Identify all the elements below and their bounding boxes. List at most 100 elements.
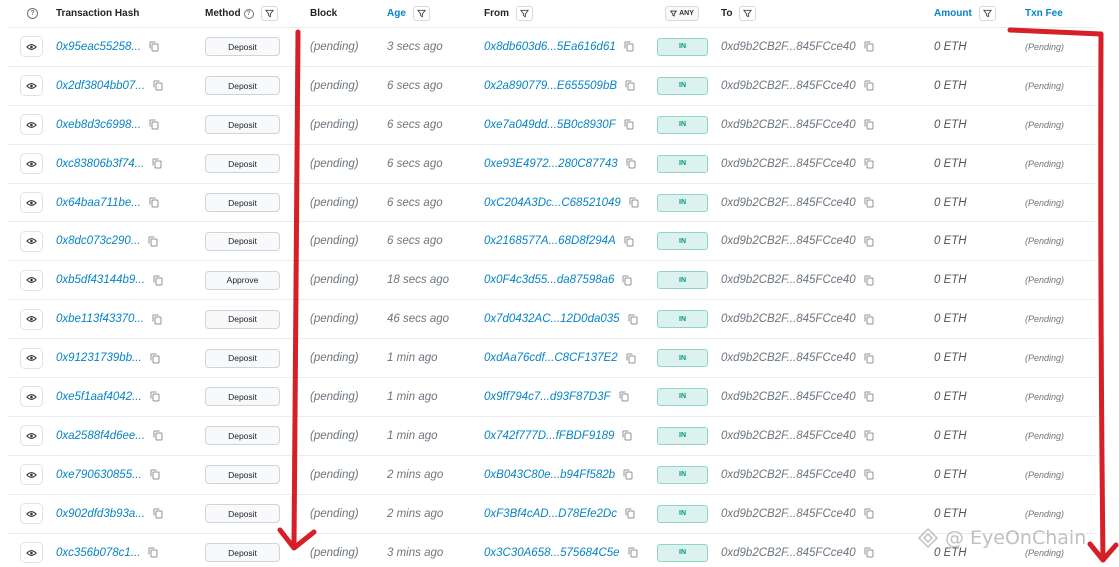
preview-button[interactable]: [20, 386, 43, 408]
to-address[interactable]: 0xd9b2CB2F...845FCce40: [721, 197, 856, 209]
copy-from-button[interactable]: [625, 508, 635, 519]
from-address-link[interactable]: 0x742f777D...fFBDF9189: [484, 430, 614, 442]
copy-from-button[interactable]: [622, 430, 632, 441]
copy-from-button[interactable]: [624, 119, 634, 130]
copy-hash-button[interactable]: [153, 430, 163, 441]
preview-button[interactable]: [20, 308, 43, 330]
copy-to-button[interactable]: [864, 430, 874, 441]
to-address[interactable]: 0xd9b2CB2F...845FCce40: [721, 158, 856, 170]
transaction-hash-link[interactable]: 0x64baa711be...: [56, 197, 141, 209]
transaction-hash-link[interactable]: 0x91231739bb...: [56, 352, 142, 364]
copy-to-button[interactable]: [864, 547, 874, 558]
transaction-hash-link[interactable]: 0xeb8d3c6998...: [56, 119, 141, 131]
method-filter-button[interactable]: [260, 6, 278, 21]
preview-button[interactable]: [20, 269, 43, 291]
to-address[interactable]: 0xd9b2CB2F...845FCce40: [721, 469, 856, 481]
from-address-link[interactable]: 0x9ff794c7...d93F87D3F: [484, 391, 611, 403]
transaction-hash-link[interactable]: 0xc83806b3f74...: [56, 158, 144, 170]
from-address-link[interactable]: 0x2a890779...E655509bB: [484, 80, 617, 92]
copy-to-button[interactable]: [864, 391, 874, 402]
preview-button[interactable]: [20, 192, 43, 213]
copy-hash-button[interactable]: [150, 469, 160, 480]
to-filter-button[interactable]: [739, 6, 757, 21]
copy-to-button[interactable]: [864, 119, 874, 130]
to-address[interactable]: 0xd9b2CB2F...845FCce40: [721, 80, 856, 92]
transaction-hash-link[interactable]: 0xbe113f43370...: [56, 313, 144, 325]
to-address[interactable]: 0xd9b2CB2F...845FCce40: [721, 313, 856, 325]
transaction-hash-link[interactable]: 0xe5f1aaf4042...: [56, 391, 142, 403]
copy-hash-button[interactable]: [152, 314, 162, 325]
from-filter-button[interactable]: [516, 6, 533, 21]
copy-to-button[interactable]: [864, 41, 874, 52]
copy-from-button[interactable]: [619, 391, 629, 402]
copy-to-button[interactable]: [864, 353, 874, 364]
copy-hash-button[interactable]: [153, 80, 163, 91]
preview-button[interactable]: [20, 464, 43, 486]
from-address-link[interactable]: 0xe93E4972...280C87743: [484, 158, 618, 170]
to-address[interactable]: 0xd9b2CB2F...845FCce40: [721, 430, 856, 442]
copy-hash-button[interactable]: [149, 197, 159, 208]
transaction-hash-link[interactable]: 0x95eac55258...: [56, 41, 141, 53]
copy-hash-button[interactable]: [148, 236, 158, 247]
direction-filter-button[interactable]: ANY: [665, 6, 699, 21]
preview-button[interactable]: [20, 503, 43, 525]
transaction-hash-link[interactable]: 0xc356b078c1...: [56, 547, 140, 559]
copy-from-button[interactable]: [626, 158, 636, 169]
copy-from-button[interactable]: [624, 41, 634, 52]
preview-button[interactable]: [20, 153, 43, 175]
from-address-link[interactable]: 0x8db603d6...5Ea616d61: [484, 41, 616, 53]
to-address[interactable]: 0xd9b2CB2F...845FCce40: [721, 41, 856, 53]
transaction-hash-link[interactable]: 0xe790630855...: [56, 469, 142, 481]
copy-hash-button[interactable]: [149, 119, 159, 130]
copy-to-button[interactable]: [864, 197, 874, 208]
to-address[interactable]: 0xd9b2CB2F...845FCce40: [721, 508, 856, 520]
to-address[interactable]: 0xd9b2CB2F...845FCce40: [721, 119, 856, 131]
preview-button[interactable]: [20, 542, 43, 564]
preview-button[interactable]: [20, 75, 43, 97]
copy-from-button[interactable]: [622, 275, 632, 286]
copy-from-button[interactable]: [623, 469, 633, 480]
copy-to-button[interactable]: [864, 469, 874, 480]
transaction-hash-link[interactable]: 0x902dfd3b93a...: [56, 508, 145, 520]
to-address[interactable]: 0xd9b2CB2F...845FCce40: [721, 274, 856, 286]
from-address-link[interactable]: 0x2168577A...68D8f294A: [484, 235, 616, 247]
copy-from-button[interactable]: [628, 314, 638, 325]
amount-filter-button[interactable]: [978, 6, 996, 21]
header-fee-label[interactable]: Txn Fee: [1025, 8, 1063, 19]
copy-to-button[interactable]: [864, 80, 874, 91]
copy-hash-button[interactable]: [148, 547, 158, 558]
preview-button[interactable]: [20, 114, 43, 136]
copy-to-button[interactable]: [864, 508, 874, 519]
to-address[interactable]: 0xd9b2CB2F...845FCce40: [721, 235, 856, 247]
age-filter-button[interactable]: [412, 6, 430, 21]
header-age-label[interactable]: Age: [387, 8, 406, 19]
copy-to-button[interactable]: [864, 275, 874, 286]
copy-hash-button[interactable]: [150, 391, 160, 402]
copy-hash-button[interactable]: [153, 275, 163, 286]
copy-hash-button[interactable]: [150, 353, 160, 364]
from-address-link[interactable]: 0x3C30A658...575684C5e: [484, 547, 620, 559]
question-circle-icon[interactable]: ?: [27, 8, 38, 19]
transaction-hash-link[interactable]: 0x8dc073c290...: [56, 235, 140, 247]
copy-from-button[interactable]: [628, 547, 638, 558]
copy-hash-button[interactable]: [149, 41, 159, 52]
copy-from-button[interactable]: [625, 80, 635, 91]
from-address-link[interactable]: 0xB043C80e...b94Ff582b: [484, 469, 615, 481]
copy-to-button[interactable]: [864, 236, 874, 247]
preview-button[interactable]: [20, 347, 43, 369]
transaction-hash-link[interactable]: 0xa2588f4d6ee...: [56, 430, 145, 442]
to-address[interactable]: 0xd9b2CB2F...845FCce40: [721, 352, 856, 364]
from-address-link[interactable]: 0x0F4c3d55...da87598a6: [484, 274, 614, 286]
preview-button[interactable]: [20, 230, 43, 252]
preview-button[interactable]: [20, 425, 43, 447]
from-address-link[interactable]: 0x7d0432AC...12D0da035: [484, 313, 620, 325]
header-amount-label[interactable]: Amount: [934, 8, 972, 19]
transaction-hash-link[interactable]: 0x2df3804bb07...: [56, 80, 145, 92]
transaction-hash-link[interactable]: 0xb5df43144b9...: [56, 274, 145, 286]
copy-to-button[interactable]: [864, 314, 874, 325]
to-address[interactable]: 0xd9b2CB2F...845FCce40: [721, 391, 856, 403]
copy-hash-button[interactable]: [153, 508, 163, 519]
copy-hash-button[interactable]: [152, 158, 162, 169]
from-address-link[interactable]: 0xF3Bf4cAD...D78Efe2Dc: [484, 508, 617, 520]
method-help-icon[interactable]: ?: [243, 8, 254, 19]
